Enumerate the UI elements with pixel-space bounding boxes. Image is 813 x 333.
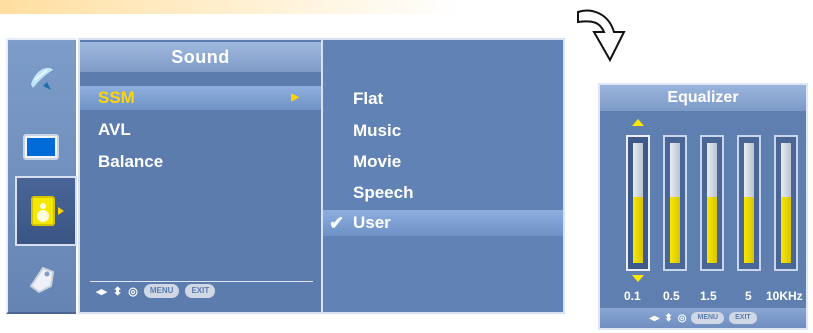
eq-band-4[interactable] bbox=[737, 135, 761, 271]
eq-label: 0.1 bbox=[624, 289, 641, 303]
eq-level-fill bbox=[744, 197, 754, 263]
eq-band-5[interactable] bbox=[774, 135, 798, 271]
eq-label: 0.5 bbox=[663, 289, 680, 303]
equalizer-title: Equalizer bbox=[600, 85, 806, 111]
menu-pill: MENU bbox=[143, 284, 180, 298]
ok-icon: ◎ bbox=[677, 312, 687, 324]
screen-icon bbox=[23, 134, 59, 160]
left-right-arrows-icon: ◂▸ bbox=[96, 285, 108, 298]
ok-icon: ◎ bbox=[128, 285, 138, 298]
ssm-option-label: Music bbox=[353, 121, 402, 140]
eq-band-2[interactable] bbox=[663, 135, 687, 271]
eq-level-fill bbox=[633, 197, 643, 263]
eq-label: 5 bbox=[745, 289, 752, 303]
eq-track bbox=[781, 143, 791, 263]
ssm-option-user[interactable]: ✔ User bbox=[323, 210, 563, 236]
ssm-option-movie[interactable]: Movie bbox=[323, 149, 563, 175]
ssm-option-flat[interactable]: Flat bbox=[323, 86, 563, 112]
menu-item-label: AVL bbox=[98, 120, 131, 139]
check-icon: ✔ bbox=[329, 213, 345, 233]
eq-level-fill bbox=[670, 197, 680, 263]
ssm-submenu-panel: Flat Music Movie Speech ✔ User bbox=[323, 38, 565, 314]
ssm-option-label: Movie bbox=[353, 152, 402, 171]
eq-label: 1.5 bbox=[700, 289, 717, 303]
up-down-arrows-icon: ⬍ bbox=[664, 312, 673, 324]
eq-frequency-labels: 0.1 0.5 1.5 5 10KHz bbox=[614, 289, 804, 305]
menu-item-balance[interactable]: Balance bbox=[80, 150, 321, 174]
equalizer-bands bbox=[626, 135, 798, 271]
menu-item-ssm[interactable]: SSM ▶ bbox=[80, 86, 321, 110]
tag-icon bbox=[29, 266, 55, 294]
eq-level-fill bbox=[781, 197, 791, 263]
ssm-option-speech[interactable]: Speech bbox=[323, 180, 563, 206]
picture-menu-button[interactable] bbox=[15, 122, 67, 174]
level-up-indicator-icon bbox=[632, 119, 644, 126]
menu-item-label: Balance bbox=[98, 152, 164, 171]
eq-track bbox=[633, 143, 643, 263]
ssm-option-label: User bbox=[353, 213, 391, 232]
left-right-arrows-icon: ◂▸ bbox=[649, 312, 660, 324]
eq-label: 10KHz bbox=[766, 289, 803, 303]
equalizer-hint-bar: ◂▸ ⬍ ◎ MENU EXIT bbox=[600, 308, 806, 328]
exit-pill: EXIT bbox=[185, 284, 216, 298]
submenu-arrow-icon: ▶ bbox=[291, 92, 299, 103]
eq-track bbox=[744, 143, 754, 263]
eq-track bbox=[670, 143, 680, 263]
curved-arrow-icon bbox=[577, 9, 626, 63]
eq-band-1[interactable] bbox=[626, 135, 650, 271]
ssm-option-music[interactable]: Music bbox=[323, 118, 563, 144]
eq-track bbox=[707, 143, 717, 263]
option-menu-button[interactable] bbox=[15, 252, 67, 304]
sound-menu-title: Sound bbox=[80, 42, 321, 72]
navigation-hint-bar: ◂▸ ⬍ ◎ MENU EXIT bbox=[96, 282, 216, 300]
level-down-indicator-icon bbox=[632, 275, 644, 282]
menu-pill: MENU bbox=[691, 312, 725, 324]
menu-item-label: SSM bbox=[98, 88, 135, 107]
equalizer-panel: Equalizer 0.1 0.5 1.5 5 10KHz ◂▸ ⬍ ◎ MEN… bbox=[598, 83, 808, 330]
speaker-icon bbox=[31, 196, 64, 226]
up-down-arrows-icon: ⬍ bbox=[113, 285, 123, 298]
exit-pill: EXIT bbox=[729, 312, 757, 324]
ssm-option-label: Speech bbox=[353, 183, 414, 202]
ssm-option-label: Flat bbox=[353, 89, 384, 108]
menu-item-avl[interactable]: AVL bbox=[80, 118, 321, 142]
eq-level-fill bbox=[707, 197, 717, 263]
top-highlight-band bbox=[0, 0, 460, 14]
menu-category-column bbox=[6, 38, 77, 314]
station-menu-button[interactable] bbox=[15, 52, 67, 104]
sound-menu-panel: Sound SSM ▶ AVL Balance ◂▸ ⬍ ◎ MENU EXIT bbox=[78, 38, 323, 314]
eq-band-3[interactable] bbox=[700, 135, 724, 271]
sound-menu-button[interactable] bbox=[15, 176, 77, 246]
satellite-icon bbox=[31, 67, 53, 90]
